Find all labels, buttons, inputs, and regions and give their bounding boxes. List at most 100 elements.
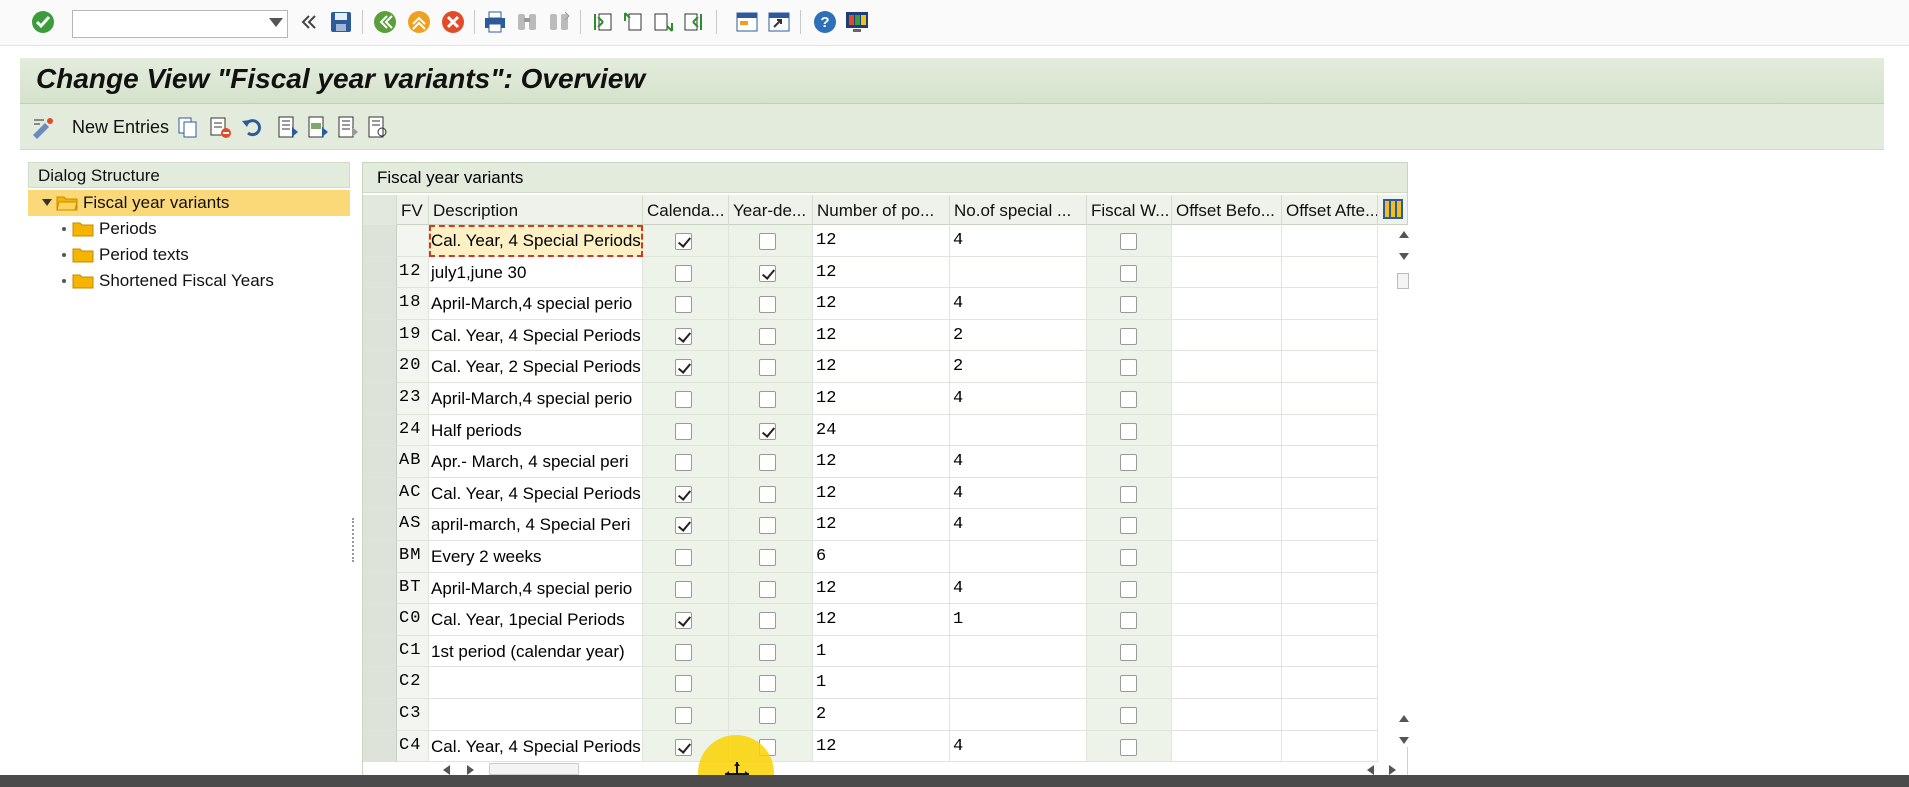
special-periods-cell[interactable]: 4 bbox=[950, 446, 1087, 478]
fiscal-week-checkbox[interactable] bbox=[1120, 264, 1137, 282]
number-of-periods-cell[interactable]: 12 bbox=[813, 572, 950, 605]
fiscal-week-checkbox[interactable] bbox=[1120, 675, 1137, 693]
print-icon[interactable] bbox=[482, 9, 508, 35]
offset-before-cell[interactable] bbox=[1172, 256, 1282, 289]
offset-after-cell[interactable] bbox=[1282, 541, 1378, 573]
calendar-year-checkbox[interactable] bbox=[675, 422, 692, 440]
scroll-left-icon[interactable] bbox=[443, 765, 450, 775]
save-icon[interactable] bbox=[328, 9, 354, 35]
year-dependent-checkbox[interactable] bbox=[759, 359, 776, 377]
offset-before-cell[interactable] bbox=[1172, 572, 1282, 605]
vertical-scrollbar[interactable] bbox=[1397, 225, 1409, 747]
offset-before-cell[interactable] bbox=[1172, 225, 1282, 257]
deselect-all-button[interactable] bbox=[336, 113, 360, 141]
offset-before-cell[interactable] bbox=[1172, 288, 1282, 320]
calendar-year-checkbox[interactable] bbox=[675, 296, 692, 314]
description-cell[interactable]: Cal. Year, 4 Special Periods bbox=[429, 730, 643, 763]
scroll-right-icon[interactable] bbox=[467, 765, 474, 775]
tree-item-period-texts[interactable]: Period texts bbox=[28, 242, 350, 268]
year-dependent-checkbox[interactable] bbox=[759, 612, 776, 630]
scroll-left-icon[interactable] bbox=[1367, 765, 1374, 775]
year-dependent-checkbox[interactable] bbox=[759, 327, 776, 345]
special-periods-cell[interactable]: 1 bbox=[950, 604, 1087, 636]
special-periods-cell[interactable] bbox=[950, 667, 1087, 699]
special-periods-cell[interactable]: 4 bbox=[950, 477, 1087, 510]
fiscal-week-checkbox[interactable] bbox=[1120, 549, 1137, 566]
special-periods-cell[interactable]: 4 bbox=[950, 572, 1087, 605]
column-header-offset-after[interactable]: Offset Afte... bbox=[1282, 195, 1378, 225]
number-of-periods-cell[interactable]: 24 bbox=[813, 414, 950, 447]
calendar-year-checkbox[interactable] bbox=[675, 391, 692, 408]
fiscal-week-checkbox[interactable] bbox=[1120, 454, 1137, 472]
description-cell[interactable]: april-march, 4 Special Peri bbox=[429, 509, 643, 541]
fv-cell[interactable]: C3 bbox=[397, 699, 429, 731]
fv-cell[interactable]: C0 bbox=[397, 604, 429, 636]
year-dependent-checkbox[interactable] bbox=[759, 485, 776, 503]
fiscal-week-checkbox[interactable] bbox=[1120, 580, 1137, 598]
number-of-periods-cell[interactable]: 12 bbox=[813, 509, 950, 541]
description-cell[interactable]: April-March,4 special perio bbox=[429, 288, 643, 320]
fv-cell[interactable]: BT bbox=[397, 572, 429, 605]
offset-after-cell[interactable] bbox=[1282, 288, 1378, 320]
enter-icon[interactable] bbox=[30, 9, 56, 35]
offset-after-cell[interactable] bbox=[1282, 383, 1378, 415]
special-periods-cell[interactable] bbox=[950, 256, 1087, 289]
number-of-periods-cell[interactable]: 1 bbox=[813, 667, 950, 699]
offset-after-cell[interactable] bbox=[1282, 635, 1378, 668]
scroll-up-icon[interactable] bbox=[1399, 715, 1409, 722]
offset-after-cell[interactable] bbox=[1282, 256, 1378, 289]
special-periods-cell[interactable]: 4 bbox=[950, 225, 1087, 257]
copy-as-button[interactable] bbox=[176, 113, 200, 141]
fv-cell[interactable]: 12 bbox=[397, 256, 429, 289]
back-icon[interactable] bbox=[372, 9, 398, 35]
calendar-year-checkbox[interactable] bbox=[675, 233, 692, 250]
offset-before-cell[interactable] bbox=[1172, 509, 1282, 541]
scroll-thumb[interactable] bbox=[1397, 273, 1409, 289]
calendar-year-checkbox[interactable] bbox=[675, 707, 692, 724]
year-dependent-checkbox[interactable] bbox=[759, 675, 776, 693]
column-header-fiscal-week[interactable]: Fiscal W... bbox=[1087, 195, 1172, 225]
table-settings-button[interactable] bbox=[1378, 195, 1407, 225]
chevron-down-icon[interactable] bbox=[269, 18, 283, 27]
fv-cell[interactable] bbox=[397, 225, 429, 257]
fiscal-week-checkbox[interactable] bbox=[1120, 738, 1137, 756]
select-block-button[interactable] bbox=[306, 113, 330, 141]
offset-before-cell[interactable] bbox=[1172, 635, 1282, 668]
exit-icon[interactable] bbox=[406, 9, 432, 35]
offset-after-cell[interactable] bbox=[1282, 319, 1378, 352]
column-header-calendar-year[interactable]: Calenda... bbox=[643, 195, 729, 225]
row-selector[interactable] bbox=[363, 225, 397, 257]
select-all-button[interactable] bbox=[276, 113, 300, 141]
special-periods-cell[interactable] bbox=[950, 414, 1087, 447]
offset-after-cell[interactable] bbox=[1282, 414, 1378, 447]
fv-cell[interactable]: 24 bbox=[397, 414, 429, 447]
number-of-periods-cell[interactable]: 12 bbox=[813, 256, 950, 289]
calendar-year-checkbox[interactable] bbox=[675, 643, 692, 661]
display-change-button[interactable] bbox=[30, 113, 56, 141]
fv-cell[interactable]: AC bbox=[397, 477, 429, 510]
number-of-periods-cell[interactable]: 12 bbox=[813, 604, 950, 636]
description-cell[interactable]: Apr.- March, 4 special peri bbox=[429, 446, 643, 478]
fiscal-week-checkbox[interactable] bbox=[1120, 612, 1137, 630]
collapse-icon[interactable] bbox=[296, 9, 322, 35]
offset-after-cell[interactable] bbox=[1282, 730, 1378, 763]
year-dependent-checkbox[interactable] bbox=[759, 549, 776, 566]
delete-button[interactable] bbox=[208, 113, 232, 141]
year-dependent-checkbox[interactable] bbox=[759, 517, 776, 535]
print-field-list-button[interactable] bbox=[366, 113, 390, 141]
row-selector[interactable] bbox=[363, 509, 397, 541]
offset-after-cell[interactable] bbox=[1282, 477, 1378, 510]
calendar-year-checkbox[interactable] bbox=[675, 359, 692, 377]
last-page-icon[interactable] bbox=[680, 9, 706, 35]
offset-after-cell[interactable] bbox=[1282, 509, 1378, 541]
fv-cell[interactable]: 23 bbox=[397, 383, 429, 415]
offset-before-cell[interactable] bbox=[1172, 667, 1282, 699]
number-of-periods-cell[interactable]: 12 bbox=[813, 319, 950, 352]
calendar-year-checkbox[interactable] bbox=[675, 264, 692, 282]
row-selector[interactable] bbox=[363, 730, 397, 763]
fv-cell[interactable]: 18 bbox=[397, 288, 429, 320]
year-dependent-checkbox[interactable] bbox=[759, 454, 776, 472]
description-cell[interactable]: Cal. Year, 2 Special Periods bbox=[429, 351, 643, 383]
row-selector[interactable] bbox=[363, 446, 397, 478]
row-selector[interactable] bbox=[363, 541, 397, 573]
